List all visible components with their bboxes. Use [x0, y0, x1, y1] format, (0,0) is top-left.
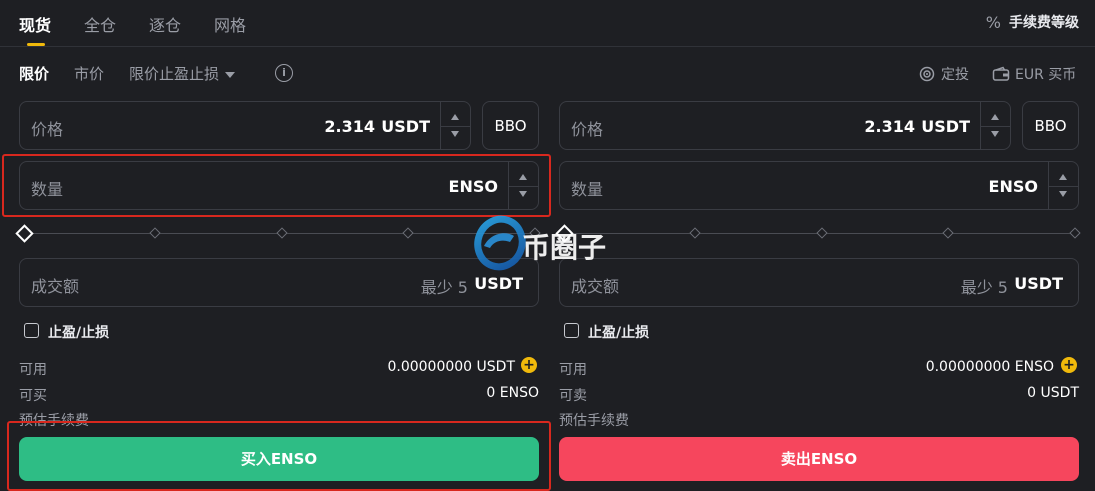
buy-crypto-link[interactable]: EUR 买币 [992, 64, 1076, 84]
sell-slider-tick[interactable] [689, 227, 701, 239]
sell-total-min-hint: 最少 5 [960, 278, 1008, 297]
sell-slider-tick[interactable] [942, 227, 954, 239]
buy-price-stepper[interactable] [440, 102, 470, 149]
buy-price-label: 价格 [31, 120, 64, 139]
buy-total-input[interactable]: 成交额 最少 5 USDT [19, 258, 539, 307]
sell-deposit-plus-icon[interactable]: + [1061, 357, 1077, 373]
target-icon [919, 66, 935, 82]
watermark-logo: 币圈子 [470, 212, 630, 274]
decrement-icon[interactable] [451, 131, 459, 137]
decrement-icon[interactable] [991, 131, 999, 137]
sell-available-value: 0.00000000 ENSO [925, 359, 1054, 375]
buy-slider-thumb[interactable] [15, 224, 34, 243]
sell-amount-unit: ENSO [988, 177, 1038, 196]
buy-slider-tick[interactable] [149, 227, 161, 239]
buy-slider-tick[interactable] [276, 227, 288, 239]
sell-total-label: 成交额 [571, 277, 620, 296]
percent-icon: % [985, 12, 1001, 32]
buy-deposit-plus-icon[interactable]: + [521, 357, 537, 373]
sell-slider-tick[interactable] [1069, 227, 1081, 239]
chevron-down-icon [225, 71, 236, 78]
sell-total-input[interactable]: 成交额 最少 5 USDT [559, 258, 1079, 307]
watermark-text: 币圈子 [522, 231, 607, 264]
decrement-icon[interactable] [1059, 191, 1067, 197]
tab-cross-margin[interactable]: 全仓 [84, 12, 116, 36]
highlight-frame-amount [2, 154, 551, 217]
buy-total-label: 成交额 [31, 277, 80, 296]
stepper-divider [441, 125, 470, 127]
stepper-divider [1049, 185, 1078, 187]
buy-total-unit: USDT [474, 274, 523, 293]
sell-total-unit: USDT [1014, 274, 1063, 293]
increment-icon[interactable] [451, 114, 459, 120]
order-type-stop-limit[interactable]: 限价止盈止损 [129, 63, 236, 84]
sell-price-unit: USDT [921, 117, 970, 136]
watermark-e-icon [474, 215, 526, 271]
buy-slider-tick[interactable] [402, 227, 414, 239]
sell-amount-stepper[interactable] [1048, 162, 1078, 209]
info-icon[interactable]: i [275, 64, 293, 82]
tab-isolated-margin[interactable]: 逐仓 [149, 12, 181, 36]
sell-price-input[interactable]: 价格 2.314 USDT [559, 101, 1011, 150]
buy-price-input[interactable]: 价格 2.314 USDT [19, 101, 471, 150]
buy-price-value: 2.314 [324, 117, 375, 136]
sell-button[interactable]: 卖出ENSO [559, 437, 1079, 481]
sell-tpsl-label: 止盈/止损 [588, 325, 650, 341]
buy-tpsl-label: 止盈/止损 [48, 325, 110, 341]
stepper-divider [981, 125, 1010, 127]
fee-level-label: 手续费等级 [1009, 15, 1079, 31]
order-type-stop-limit-label: 限价止盈止损 [129, 65, 220, 83]
sell-price-label: 价格 [571, 120, 604, 139]
auto-invest-label: 定投 [941, 67, 969, 83]
sell-slider-tick[interactable] [816, 227, 828, 239]
increment-icon[interactable] [1059, 174, 1067, 180]
active-tab-indicator [27, 43, 45, 46]
fee-level-link[interactable]: % 手续费等级 [986, 12, 1079, 32]
buy-tpsl-checkbox[interactable] [24, 323, 39, 338]
trade-mode-tabs: 现货 全仓 逐仓 网格 % 手续费等级 [0, 0, 1095, 47]
sell-price-stepper[interactable] [980, 102, 1010, 149]
sell-amount-label: 数量 [571, 180, 604, 199]
buy-price-unit: USDT [381, 117, 430, 136]
buy-bbo-button[interactable]: BBO [482, 101, 539, 150]
sell-amount-input[interactable]: 数量 ENSO [559, 161, 1079, 210]
wallet-icon [992, 66, 1010, 81]
tab-spot[interactable]: 现货 [19, 12, 51, 36]
order-type-market[interactable]: 市价 [74, 63, 104, 84]
buy-crypto-label: EUR 买币 [1015, 67, 1077, 83]
highlight-frame-buy [7, 421, 551, 491]
sell-max-value: 0 USDT [1027, 385, 1079, 401]
sell-max-label: 可卖 [559, 388, 587, 404]
buy-available-value: 0.00000000 USDT [387, 359, 515, 375]
buy-total-min-hint: 最少 5 [420, 278, 468, 297]
buy-available-label: 可用 [19, 362, 47, 378]
order-type-limit[interactable]: 限价 [19, 63, 49, 84]
increment-icon[interactable] [991, 114, 999, 120]
sell-available-label: 可用 [559, 362, 587, 378]
auto-invest-link[interactable]: 定投 [918, 64, 969, 84]
tab-grid[interactable]: 网格 [214, 12, 246, 36]
sell-tpsl-checkbox[interactable] [564, 323, 579, 338]
sell-fee-label: 预估手续费 [559, 413, 629, 429]
sell-bbo-button[interactable]: BBO [1022, 101, 1079, 150]
buy-max-label: 可买 [19, 388, 47, 404]
sell-price-value: 2.314 [864, 117, 915, 136]
buy-max-value: 0 ENSO [486, 385, 539, 401]
